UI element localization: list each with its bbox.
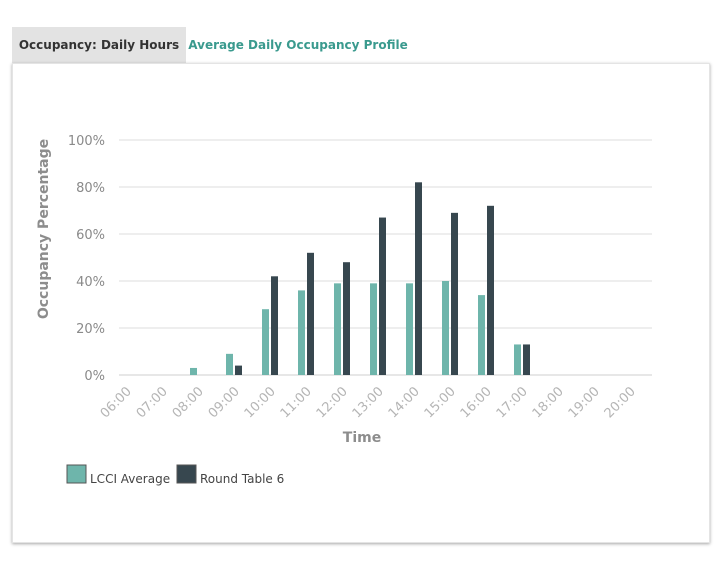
- bar-round-table-6[interactable]: [235, 365, 242, 375]
- legend-swatch-round-table-6: [176, 464, 197, 484]
- legend-item-lcci-average[interactable]: LCCI Average: [66, 464, 170, 486]
- x-tick-label: 11:00: [278, 384, 315, 421]
- bar-round-table-6[interactable]: [415, 182, 422, 375]
- x-tick-label: 14:00: [386, 384, 423, 421]
- bar-round-table-6[interactable]: [451, 212, 458, 375]
- legend-label-round-table-6: Round Table 6: [200, 472, 284, 486]
- x-tick-label: 07:00: [134, 384, 171, 421]
- x-tick-label: 10:00: [242, 384, 279, 421]
- bar-round-table-6[interactable]: [487, 205, 494, 375]
- bar-round-table-6[interactable]: [307, 252, 314, 375]
- x-tick-label: 12:00: [314, 384, 351, 421]
- bar-round-table-6[interactable]: [523, 344, 530, 375]
- bar-round-table-6[interactable]: [343, 262, 350, 375]
- y-tick-label: 80%: [76, 181, 105, 196]
- occupancy-chart: 0%20%40%60%80%100% 06:0007:0008:0009:001…: [36, 134, 652, 486]
- x-tick-label: 18:00: [530, 384, 567, 421]
- x-tick-label: 13:00: [350, 384, 387, 421]
- y-tick-label: 100%: [68, 134, 105, 149]
- legend-swatch-lcci-average: [66, 464, 87, 484]
- y-tick-label: 60%: [76, 228, 105, 243]
- bar-lcci-average[interactable]: [190, 367, 197, 375]
- y-tick-label: 20%: [76, 322, 105, 337]
- bar-lcci-average[interactable]: [514, 344, 521, 375]
- x-tick-label: 17:00: [494, 384, 531, 421]
- bar-lcci-average[interactable]: [478, 295, 485, 375]
- y-tick-label: 0%: [84, 369, 105, 384]
- x-tick-label: 08:00: [170, 384, 207, 421]
- x-tick-label: 06:00: [98, 384, 135, 421]
- x-tick-label: 09:00: [206, 384, 243, 421]
- bar-lcci-average[interactable]: [370, 283, 377, 375]
- y-tick-label: 40%: [76, 275, 105, 290]
- bar-lcci-average[interactable]: [442, 281, 449, 375]
- legend-item-round-table-6[interactable]: Round Table 6: [176, 464, 284, 486]
- y-axis-title: Occupancy Percentage: [36, 139, 52, 319]
- bars: [190, 182, 530, 375]
- x-tick-label: 20:00: [602, 384, 639, 421]
- bar-round-table-6[interactable]: [379, 217, 386, 375]
- bar-lcci-average[interactable]: [226, 353, 233, 375]
- x-tick-label: 19:00: [566, 384, 603, 421]
- bar-lcci-average[interactable]: [334, 283, 341, 375]
- bar-lcci-average[interactable]: [262, 309, 269, 375]
- bar-round-table-6[interactable]: [271, 276, 278, 375]
- x-tick-label: 15:00: [422, 384, 459, 421]
- legend-label-lcci-average: LCCI Average: [90, 472, 170, 486]
- x-axis-ticks: 06:0007:0008:0009:0010:0011:0012:0013:00…: [98, 384, 639, 421]
- bar-lcci-average[interactable]: [298, 290, 305, 375]
- y-axis-ticks: 0% 20% 40% 60% 80% 100%: [68, 134, 105, 384]
- x-tick-label: 16:00: [458, 384, 495, 421]
- legend: LCCI Average Round Table 6: [66, 464, 284, 486]
- x-axis-title: Time: [343, 430, 381, 446]
- bar-lcci-average[interactable]: [406, 283, 413, 375]
